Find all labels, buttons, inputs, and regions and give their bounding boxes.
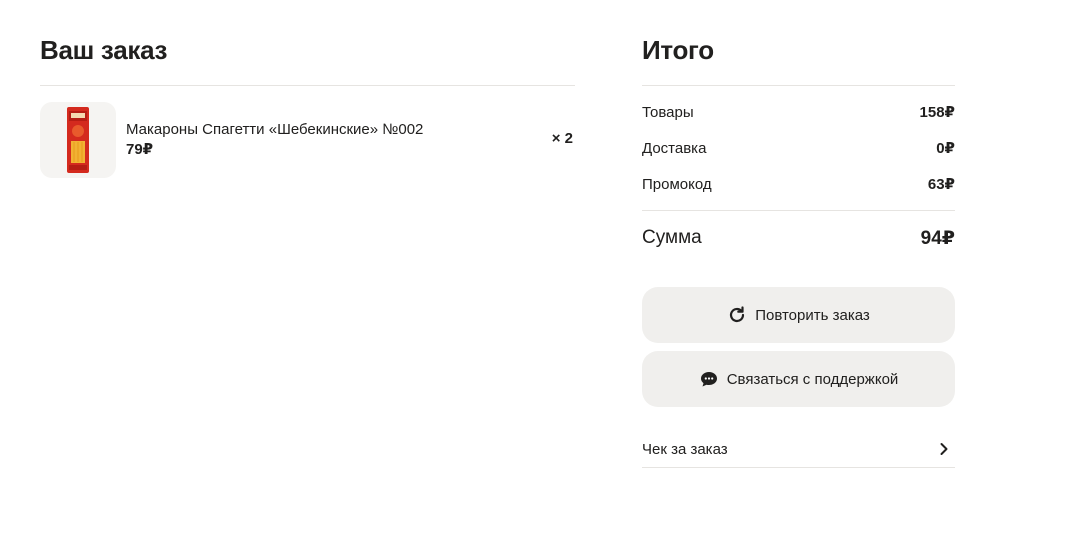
refresh-icon [727, 305, 747, 325]
order-page: Ваш заказ Макароны Спагетти «Шебекинские… [0, 0, 1086, 535]
repeat-order-label: Повторить заказ [755, 306, 870, 324]
item-thumbnail[interactable] [40, 102, 116, 178]
summary-row-label: Товары [642, 103, 694, 121]
summary-row-value: 63₽ [927, 176, 955, 193]
item-info: Макароны Спагетти «Шебекинские» №002 79₽ [126, 120, 423, 160]
summary-row-label: Доставка [642, 139, 707, 157]
chevron-right-icon [939, 442, 949, 456]
chat-bubble-icon [699, 369, 719, 389]
summary-total: Сумма 94₽ [642, 211, 955, 265]
pasta-package-icon [67, 107, 89, 173]
order-section: Ваш заказ Макароны Спагетти «Шебекинские… [40, 30, 575, 179]
summary-rows: Товары 158₽ Доставка 0₽ Промокод 63₽ [642, 86, 955, 210]
summary-row-promo: Промокод 63₽ [642, 166, 955, 202]
summary-row-value: 0₽ [936, 140, 955, 157]
total-value: 94₽ [920, 227, 955, 249]
summary-row-goods: Товары 158₽ [642, 94, 955, 130]
receipt-label: Чек за заказ [642, 440, 728, 458]
order-title: Ваш заказ [40, 35, 168, 65]
item-name[interactable]: Макароны Спагетти «Шебекинские» №002 [126, 120, 423, 140]
total-label: Сумма [642, 227, 702, 248]
item-quantity: × 2 [551, 130, 573, 147]
summary-row-value: 158₽ [919, 104, 955, 121]
contact-support-label: Связаться с поддержкой [726, 370, 899, 388]
item-price: 79₽ [126, 141, 154, 158]
summary-title: Итого [642, 35, 714, 65]
order-divider [40, 85, 575, 86]
receipt-link[interactable]: Чек за заказ [642, 431, 955, 468]
order-item: Макароны Спагетти «Шебекинские» №002 79₽… [40, 101, 575, 179]
contact-support-button[interactable]: Связаться с поддержкой [642, 351, 955, 407]
repeat-order-button[interactable]: Повторить заказ [642, 287, 955, 343]
summary-section: Итого Товары 158₽ Доставка 0₽ Промокод 6… [642, 30, 955, 468]
summary-row-delivery: Доставка 0₽ [642, 130, 955, 166]
summary-row-label: Промокод [642, 175, 712, 193]
